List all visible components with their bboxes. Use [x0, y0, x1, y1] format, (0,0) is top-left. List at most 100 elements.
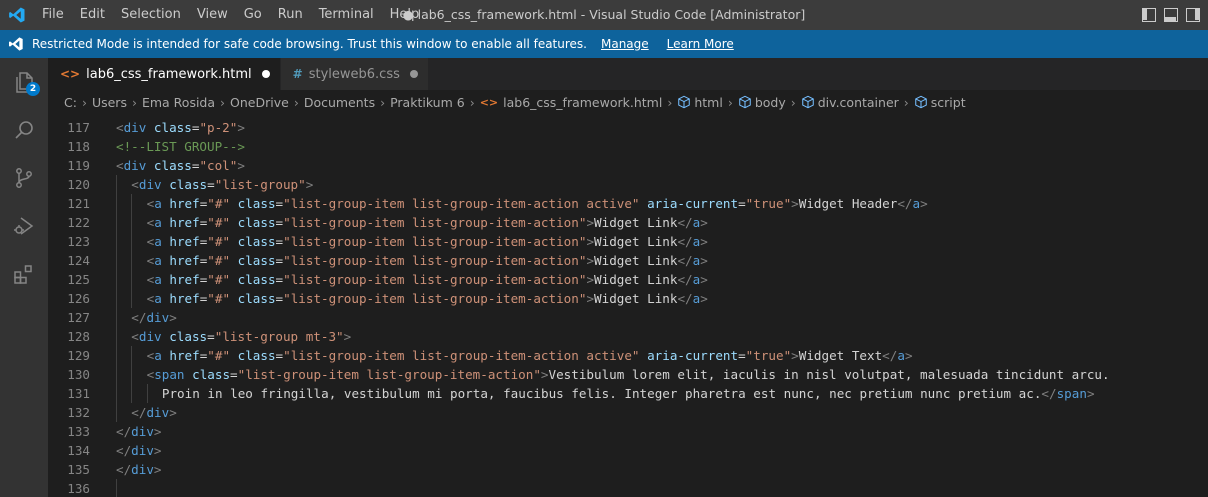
line-number: 135 — [67, 462, 90, 477]
breadcrumb-label: script — [930, 94, 966, 110]
chevron-right-icon: › — [220, 94, 226, 110]
code-line[interactable]: 131 Proin in leo fringilla, vestibulum mi… — [48, 384, 1208, 403]
code-line[interactable]: 132 </div> — [48, 403, 1208, 422]
breadcrumb-symbol[interactable]: div.container — [801, 95, 899, 110]
code-line[interactable]: 122 <a href="#" class="list-group-item li… — [48, 213, 1208, 232]
code-token: "list-group-item list-group-item-action" — [283, 234, 587, 249]
code-token: </ — [677, 215, 693, 230]
code-token: Vestibulum lorem elit, iaculis in nisl v… — [548, 367, 1110, 382]
code-line[interactable]: 135 </div> — [48, 460, 1208, 479]
code-text: <!--LIST GROUP--> — [116, 137, 245, 156]
code-text: </div> — [131, 308, 177, 327]
title-bar: File Edit Selection View Go Run Terminal… — [0, 0, 1208, 30]
breadcrumb-file[interactable]: <> lab6_css_framework.html — [480, 95, 663, 110]
code-text: </div> — [116, 422, 162, 441]
breadcrumb-item[interactable]: Documents — [304, 95, 375, 110]
code-line[interactable]: 125 <a href="#" class="list-group-item li… — [48, 270, 1208, 289]
symbol-cube-icon — [678, 95, 691, 109]
learn-more-link[interactable]: Learn More — [667, 37, 734, 51]
code-line[interactable]: 123 <a href="#" class="list-group-item li… — [48, 232, 1208, 251]
breadcrumb-item[interactable]: Ema Rosida — [142, 95, 215, 110]
manage-link[interactable]: Manage — [601, 37, 649, 51]
code-line[interactable]: 124 <a href="#" class="list-group-item li… — [48, 251, 1208, 270]
code-token: > — [700, 234, 708, 249]
toggle-sidebar-icon[interactable] — [1142, 8, 1156, 22]
indent-guide — [146, 384, 148, 403]
code-token: href — [161, 291, 200, 306]
indent-guide — [131, 232, 133, 251]
code-token: = — [275, 272, 284, 287]
code-line[interactable]: 136 — [48, 479, 1208, 497]
code-token: a — [154, 291, 162, 306]
menu-bar: File Edit Selection View Go Run Terminal… — [34, 0, 427, 30]
code-line[interactable]: 126 <a href="#" class="list-group-item li… — [48, 289, 1208, 308]
line-number: 124 — [67, 253, 90, 268]
menu-help[interactable]: Help — [382, 0, 428, 30]
tab-styleweb6[interactable]: # styleweb6.css — [280, 58, 429, 90]
code-line[interactable]: 117 <div class="p-2"> — [48, 118, 1208, 137]
code-token: href — [161, 272, 200, 287]
source-control-icon[interactable] — [0, 154, 48, 202]
code-token: </ — [677, 291, 693, 306]
tab-lab6-css-framework[interactable]: <> lab6_css_framework.html — [48, 58, 281, 90]
menu-go[interactable]: Go — [236, 0, 270, 30]
code-editor[interactable]: 117 <div class="p-2"> 118 <!--LIST GROUP-->… — [48, 118, 1208, 497]
unsaved-dot-icon[interactable] — [261, 70, 270, 78]
menu-terminal[interactable]: Terminal — [311, 0, 382, 30]
line-number: 131 — [67, 386, 90, 401]
code-line[interactable]: 118 <!--LIST GROUP--> — [48, 137, 1208, 156]
code-line[interactable]: 120 <div class="list-group"> — [48, 175, 1208, 194]
code-line[interactable]: 130 <span class="list-group-item list-gro… — [48, 365, 1208, 384]
extensions-icon[interactable] — [0, 250, 48, 298]
code-line[interactable]: 134 </div> — [48, 441, 1208, 460]
html-file-icon: <> — [479, 95, 499, 109]
menu-file[interactable]: File — [34, 0, 72, 30]
indent-guide — [116, 308, 117, 327]
code-line[interactable]: 119 <div class="col"> — [48, 156, 1208, 175]
code-token: = — [275, 234, 284, 249]
menu-selection[interactable]: Selection — [113, 0, 189, 30]
code-token: Widget Text — [798, 348, 883, 363]
breadcrumb-symbol[interactable]: script — [914, 95, 966, 110]
line-number: 127 — [67, 310, 90, 325]
toggle-panel-icon[interactable] — [1164, 8, 1178, 22]
code-token: Widget Link — [594, 253, 678, 268]
code-token: a — [897, 348, 905, 363]
css-file-icon: # — [292, 67, 303, 81]
unsaved-dot-icon[interactable] — [409, 70, 418, 78]
code-token: href — [161, 348, 200, 363]
breadcrumb-item[interactable]: Praktikum 6 — [390, 95, 465, 110]
code-line[interactable]: 133 </div> — [48, 422, 1208, 441]
code-token: aria-current — [639, 348, 739, 363]
code-token: class — [146, 120, 192, 135]
code-token: = — [738, 348, 746, 363]
code-text: Proin in leo fringilla, vestibulum mi po… — [162, 384, 1095, 403]
breadcrumb-symbol[interactable]: html — [677, 95, 723, 110]
code-text: <a href="#" class="list-group-item list-… — [147, 346, 913, 365]
chevron-right-icon: › — [667, 94, 673, 110]
code-line[interactable]: 128 <div class="list-group mt-3"> — [48, 327, 1208, 346]
code-line[interactable]: 129 <a href="#" class="list-group-item li… — [48, 346, 1208, 365]
run-debug-icon[interactable] — [0, 202, 48, 250]
code-token: class — [146, 158, 192, 173]
search-icon[interactable] — [0, 106, 48, 154]
menu-edit[interactable]: Edit — [72, 0, 113, 30]
code-token: > — [586, 272, 595, 287]
code-token: div — [138, 177, 162, 192]
code-token: > — [237, 120, 245, 135]
breadcrumb-symbol[interactable]: body — [738, 95, 786, 110]
toggle-secondary-sidebar-icon[interactable] — [1186, 8, 1200, 22]
code-text: <div class="col"> — [116, 156, 245, 175]
breadcrumb-item[interactable]: Users — [92, 95, 127, 110]
menu-view[interactable]: View — [189, 0, 236, 30]
breadcrumb-item[interactable]: OneDrive — [230, 95, 289, 110]
files-icon[interactable]: 2 — [0, 58, 48, 106]
code-token: div — [131, 443, 154, 458]
breadcrumb-item[interactable]: C: — [64, 95, 77, 110]
explorer-badge: 2 — [26, 82, 40, 96]
code-token: "#" — [207, 253, 231, 268]
menu-run[interactable]: Run — [270, 0, 311, 30]
line-number: 130 — [67, 367, 90, 382]
code-line[interactable]: 127 </div> — [48, 308, 1208, 327]
code-line[interactable]: 121 <a href="#" class="list-group-item li… — [48, 194, 1208, 213]
